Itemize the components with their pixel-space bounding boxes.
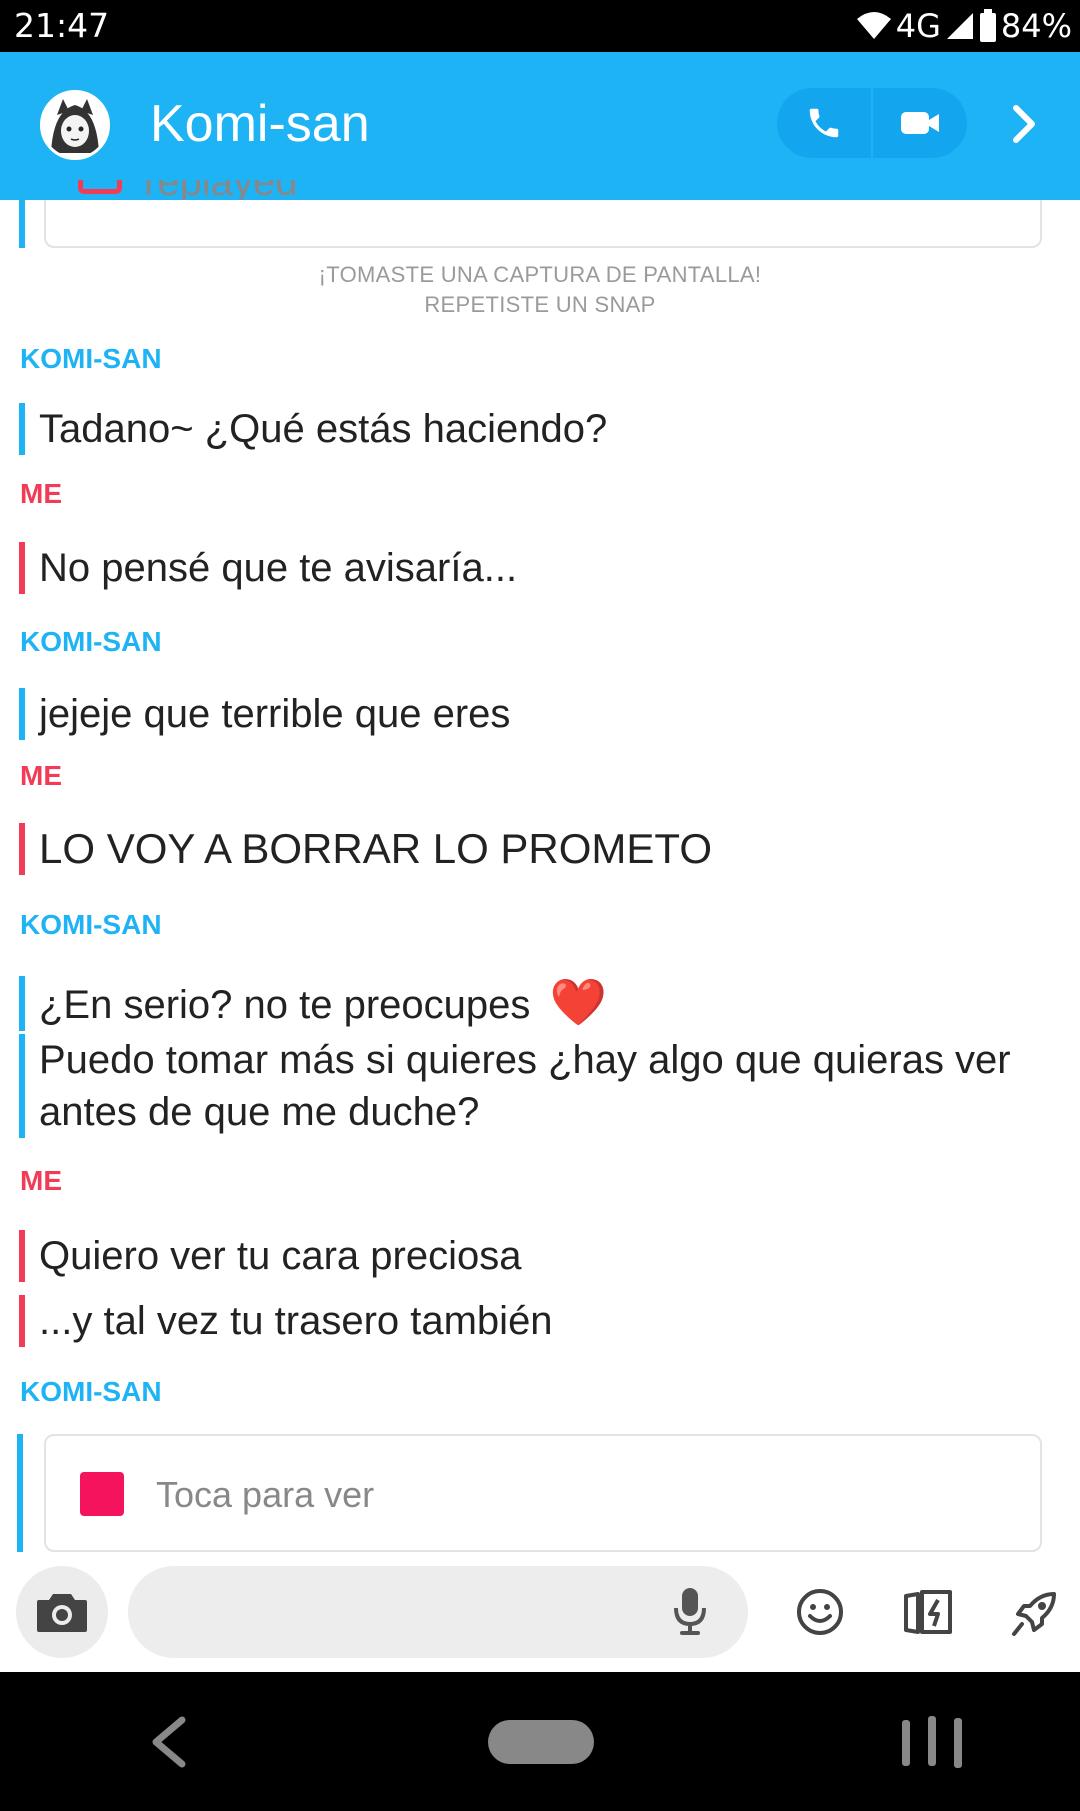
games-button[interactable] [1010, 1588, 1060, 1643]
replayed-card[interactable] [19, 200, 1042, 248]
sender-label: KOMI-SAN [20, 1376, 162, 1407]
avatar-image [43, 93, 107, 157]
smiley-icon [797, 1589, 843, 1635]
chat-message[interactable]: No pensé que te avisaría... [19, 542, 517, 594]
camera-icon [37, 1594, 87, 1632]
message-text: No pensé que te avisaría... [39, 546, 518, 590]
chat-input-bar [0, 1562, 1080, 1672]
microphone-icon [674, 1588, 706, 1635]
replayed-label: replayed [144, 180, 297, 200]
camera-button[interactable] [16, 1566, 108, 1658]
contact-name[interactable]: Komi-san [150, 94, 370, 154]
chat-input[interactable] [128, 1566, 748, 1658]
screenshot-notice: ¡TOMASTE UNA CAPTURA DE PANTALLA! [318, 262, 762, 287]
sender-label: ME [20, 478, 62, 509]
sender-label: ME [20, 760, 62, 791]
message-text: Puedo tomar más si quieres ¿hay algo que… [39, 1038, 1011, 1134]
sender-bar [19, 200, 25, 248]
status-indicators: 4G 84% [856, 6, 1072, 46]
home-button[interactable] [488, 1720, 594, 1764]
sender-label: ME [20, 1165, 62, 1196]
rocket-icon [1012, 1592, 1056, 1636]
sender-label: KOMI-SAN [20, 626, 162, 657]
wifi-icon [856, 12, 891, 39]
snap-card[interactable]: Toca para ver [44, 1434, 1042, 1552]
status-bar: 21:47 4G 84% [0, 0, 1080, 52]
back-icon [152, 1716, 186, 1768]
system-nav-bar [0, 1672, 1080, 1811]
sender-bar [17, 1434, 23, 1552]
emoji-button[interactable] [796, 1588, 844, 1641]
back-button[interactable] [140, 1712, 200, 1772]
message-text: ...y tal vez tu trasero también [39, 1299, 553, 1343]
heart-emoji-icon: ❤️ [549, 976, 607, 1028]
replayed-card-top: replayed [44, 180, 1042, 200]
battery-icon [979, 9, 996, 42]
chat-message[interactable]: ¿En serio? no te preocupes ❤️ [19, 976, 1039, 1031]
video-call-button[interactable] [873, 88, 967, 158]
snap-square-icon [80, 1472, 124, 1516]
chat-message[interactable]: Tadano~ ¿Qué estás haciendo? [19, 403, 607, 455]
more-button[interactable] [1000, 98, 1048, 150]
chat-message[interactable]: ...y tal vez tu trasero también [19, 1295, 553, 1347]
message-text: Quiero ver tu cara preciosa [39, 1234, 522, 1278]
chat-header: Komi-san [0, 52, 1080, 200]
replay-notice: REPETISTE UN SNAP [424, 292, 656, 317]
signal-icon [946, 13, 973, 39]
voice-call-button[interactable] [777, 88, 871, 158]
video-icon [901, 112, 940, 134]
battery-level: 84% [1000, 7, 1072, 45]
message-text: ¿En serio? no te preocupes [39, 983, 531, 1027]
sender-label: KOMI-SAN [20, 909, 162, 940]
chat-message[interactable]: Quiero ver tu cara preciosa [19, 1230, 521, 1282]
message-text: Tadano~ ¿Qué estás haciendo? [39, 407, 608, 451]
message-text: LO VOY A BORRAR LO PROMETO [39, 825, 712, 872]
recents-icon [902, 1716, 962, 1768]
avatar[interactable] [40, 90, 110, 160]
stickers-button[interactable] [902, 1588, 954, 1641]
chat-message[interactable]: Puedo tomar más si quieres ¿hay algo que… [19, 1034, 1069, 1138]
chat-message[interactable]: LO VOY A BORRAR LO PROMETO [19, 823, 712, 875]
status-time: 21:47 [14, 6, 110, 45]
phone-icon [809, 108, 838, 138]
chevron-right-icon [1013, 105, 1035, 143]
snap-square-icon [78, 180, 122, 194]
call-button-group [777, 88, 967, 158]
microphone-button[interactable] [672, 1586, 708, 1641]
recents-button[interactable] [898, 1712, 968, 1772]
sticker-icon [904, 1590, 952, 1634]
tap-to-view-label: Toca para ver [156, 1474, 375, 1515]
sender-label: KOMI-SAN [20, 343, 162, 374]
chat-message[interactable]: jejeje que terrible que eres [19, 688, 510, 740]
network-type: 4G [895, 7, 941, 45]
message-text: jejeje que terrible que eres [39, 692, 511, 736]
